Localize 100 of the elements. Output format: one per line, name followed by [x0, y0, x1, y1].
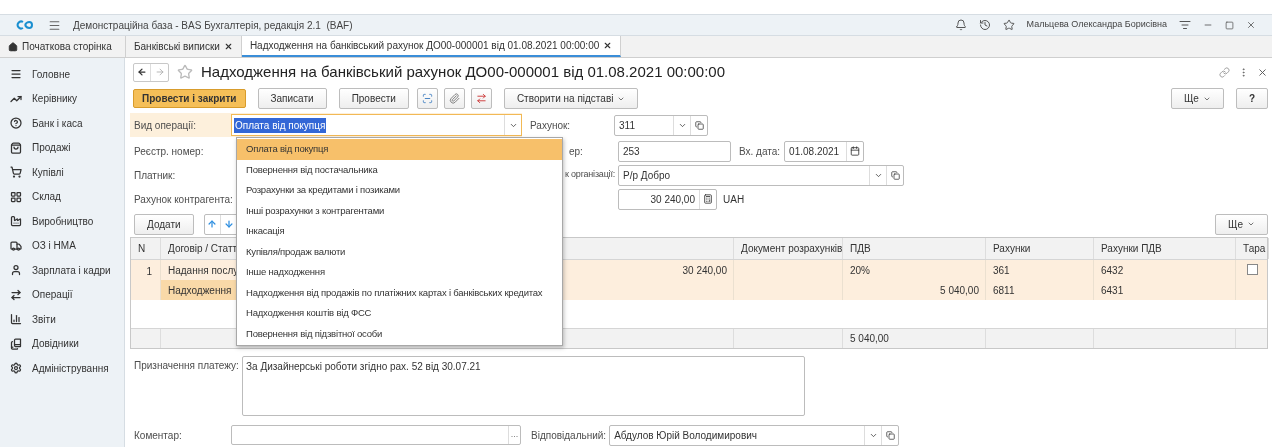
toolbar-button[interactable]: Записати	[257, 88, 327, 109]
entries-button[interactable]	[470, 88, 492, 109]
star-icon[interactable]	[1002, 19, 1015, 31]
sidebar-item[interactable]: Банк і каса	[0, 111, 124, 136]
payment-purpose-field[interactable]: За Дизайнерські роботи згідно рах. 52 від 30.07.21	[242, 356, 805, 416]
document-title: Надходження на банківський рахунок ДО00-000001 від 01.08.2021 00:00:00	[201, 61, 726, 82]
field-label: Рахунок контрагента:	[134, 192, 233, 207]
bag-icon	[10, 141, 22, 154]
create-based-button[interactable]: Створити на підставі	[503, 88, 639, 109]
column-header[interactable]: Рахунки	[993, 241, 1031, 256]
field-label: Призначення платежу:	[134, 359, 239, 373]
selected-text: Оплата від покупця	[234, 117, 327, 133]
favorite-icon[interactable]	[177, 64, 193, 80]
field-label: Рахунок:	[530, 118, 571, 133]
sidebar-item[interactable]: Зарплата і кадри	[0, 258, 124, 283]
comment-field[interactable]: ...	[231, 425, 521, 445]
dropdown-item[interactable]: Повернення від підзвітної особи	[237, 323, 562, 344]
table-cell-text: 6431	[1101, 283, 1124, 298]
sidebar-item[interactable]: Операції	[0, 282, 124, 307]
window-title: Демонстраційна база - BAS Бухгалтерія, редакція 2.1 (BAF)	[73, 18, 353, 33]
table-cell-text: 6811	[993, 283, 1015, 298]
sidebar-item[interactable]: ОЗ і НМА	[0, 233, 124, 258]
close-icon[interactable]	[1257, 66, 1268, 78]
responsible-field[interactable]: Абдулов Юрій Володимирович	[609, 424, 900, 446]
link-icon[interactable]	[1219, 66, 1230, 78]
down-arrow-icon	[223, 219, 234, 229]
field-label: Коментар:	[134, 428, 182, 443]
field-label: Відповідальний:	[531, 428, 607, 443]
dropdown-item[interactable]: Купівля/продаж валюти	[237, 241, 562, 262]
operation-field[interactable]: Оплата від покупця	[231, 114, 522, 136]
circle-icon	[10, 117, 22, 130]
sidebar-item[interactable]: Купівлі	[0, 160, 124, 185]
dropdown-item[interactable]: Надходження від продажів по платіжних картах і банківських кредитах	[237, 282, 562, 303]
table-cell-text: Надходження	[168, 283, 232, 298]
bank-account-field[interactable]: Р/р Добро	[618, 164, 904, 186]
column-header[interactable]: Документ розрахунків	[741, 241, 843, 256]
grid-icon	[10, 190, 22, 203]
column-header[interactable]: Договір / Статт	[168, 241, 238, 256]
select-button[interactable]: ...	[508, 426, 520, 444]
toolbar-button[interactable]: Провести	[338, 88, 409, 109]
field-label: Реєстр. номер:	[134, 144, 204, 159]
table-more-button[interactable]: Ще	[1215, 213, 1268, 235]
table-cell-text: 30 240,00	[682, 263, 727, 278]
field-label: Вид операції:	[134, 118, 197, 133]
maximize-icon[interactable]	[1225, 20, 1234, 30]
dropdown-item[interactable]: Інше надходження	[237, 262, 562, 283]
history-icon[interactable]	[978, 19, 991, 31]
account-field[interactable]: 311	[614, 114, 708, 136]
settings-icon	[10, 362, 22, 375]
dropdown-item[interactable]: Повернення від постачальника	[237, 159, 562, 180]
close-icon[interactable]	[223, 42, 233, 51]
up-arrow-icon	[207, 219, 218, 229]
tab[interactable]: Початкова сторінка	[0, 36, 126, 57]
post-close-button[interactable]: Провести і закрити	[133, 89, 246, 108]
sidebar-item[interactable]: Виробництво	[0, 209, 124, 234]
close-icon[interactable]	[603, 41, 613, 50]
sidebar-item[interactable]: Головне	[0, 62, 124, 87]
tare-checkbox[interactable]	[1247, 264, 1258, 275]
back-arrow-icon	[137, 67, 147, 77]
column-header[interactable]: ПДВ	[850, 241, 871, 256]
cart-icon	[10, 166, 22, 179]
column-header[interactable]: Тара	[1243, 241, 1266, 256]
list-icon	[10, 68, 22, 81]
add-button[interactable]: Додати	[134, 213, 194, 235]
currency-label: UAH	[723, 192, 745, 207]
sidebar-item[interactable]: Керівнику	[0, 86, 124, 111]
sidebar-item[interactable]: Адміністрування	[0, 356, 124, 381]
help-button[interactable]: ?	[1235, 88, 1268, 109]
field-label: Платник:	[134, 168, 176, 183]
sidebar-item[interactable]: Продажі	[0, 135, 124, 160]
attach-button[interactable]	[443, 88, 465, 109]
open-icon[interactable]	[886, 165, 903, 185]
date-field[interactable]: 01.08.2021	[784, 140, 865, 162]
paperclip-icon	[448, 93, 460, 104]
amount-field[interactable]: 30 240,00	[618, 188, 717, 210]
sidebar-item[interactable]: Довідники	[0, 331, 124, 356]
field-label: к організації:	[565, 168, 615, 182]
filter-icon[interactable]	[1179, 19, 1191, 31]
tab[interactable]: Надходження на банківський рахунок ДО00-000001 від 01.08.2021 00:00:00	[241, 36, 622, 57]
bell-icon[interactable]	[954, 19, 967, 31]
sidebar-item[interactable]: Звіти	[0, 307, 124, 332]
dropdown-item[interactable]: Розрахунки за кредитами і позиками	[237, 180, 562, 201]
dropdown-item[interactable]: Оплата від покупця	[237, 139, 562, 160]
dropdown-item[interactable]: Надходження коштів від ФСС	[237, 303, 562, 324]
menu-icon[interactable]	[48, 18, 61, 32]
more-button[interactable]: Ще	[1170, 88, 1224, 109]
dropdown-item[interactable]: Інкасація	[237, 221, 562, 242]
dropdown-item[interactable]: Інші розрахунки з контрагентами	[237, 200, 562, 221]
person-icon	[10, 264, 22, 277]
number-field[interactable]: 253	[618, 140, 731, 162]
structure-button[interactable]	[416, 88, 438, 109]
scan-icon	[421, 93, 433, 104]
forward-arrow-icon	[154, 67, 165, 77]
open-icon[interactable]	[690, 115, 707, 135]
sidebar-item[interactable]: Склад	[0, 184, 124, 209]
column-header[interactable]: N	[138, 241, 146, 256]
truck-icon	[10, 239, 22, 252]
column-header[interactable]: Рахунки ПДВ	[1101, 241, 1162, 256]
user-name[interactable]: Мальцева Олександра Борисівна	[1026, 18, 1167, 32]
tab[interactable]: Банківські виписки	[126, 36, 242, 57]
